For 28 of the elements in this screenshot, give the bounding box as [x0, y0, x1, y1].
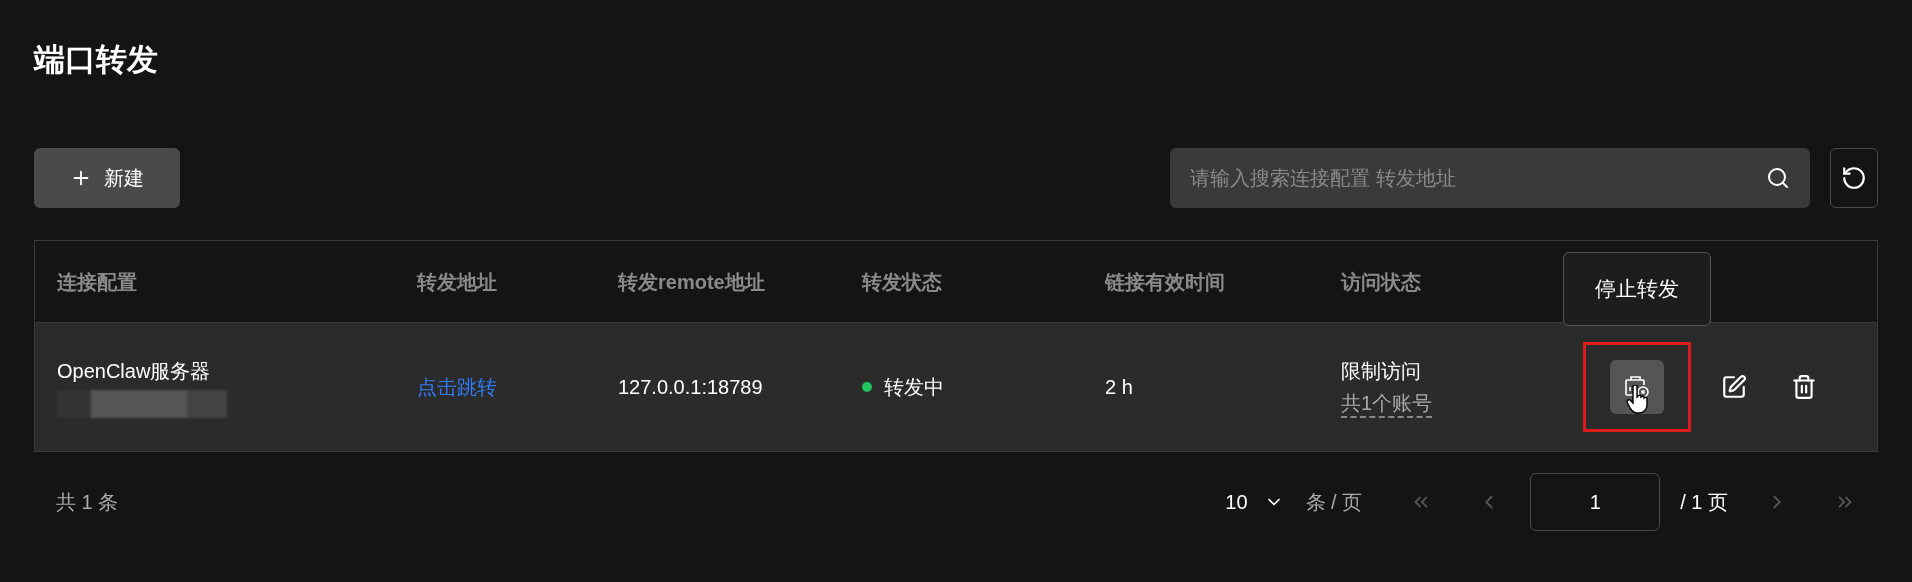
trash-icon[interactable] [1791, 374, 1817, 400]
page-title: 端口转发 [34, 41, 159, 79]
accounts-link[interactable]: 共1个账号 [1341, 390, 1433, 418]
column-header: 转发remote地址 [618, 270, 765, 293]
page-input[interactable]: 1 [1530, 473, 1661, 531]
page-total: / 1 页 [1680, 490, 1728, 515]
search-field[interactable]: 请输入搜索连接配置 转发地址 [1170, 148, 1810, 208]
table-cell: 2 h [1105, 376, 1133, 398]
table-cell: 127.0.0.1:18789 [618, 376, 763, 398]
jump-link[interactable]: 点击跳转 [417, 376, 497, 398]
page-size-unit: 条 / 页 [1305, 490, 1363, 515]
page-size-select[interactable]: 10 [1225, 487, 1284, 517]
total-count: 共 1 条 [56, 490, 119, 515]
column-header: 访问状态 [1341, 270, 1421, 293]
column-header: 转发状态 [862, 270, 942, 293]
column-header: 转发地址 [417, 270, 497, 293]
refresh-button[interactable] [1830, 148, 1878, 208]
tooltip: 停止转发 [1563, 252, 1711, 326]
table-cell-text: 限制访问 [1341, 359, 1421, 384]
refresh-icon [1841, 165, 1867, 191]
status-text: 转发中 [884, 375, 944, 400]
search-icon[interactable] [1766, 166, 1790, 190]
new-button[interactable]: 新建 [34, 148, 180, 208]
column-header: 连接配置 [57, 270, 137, 293]
table-cell-text: OpenClaw服务器 [57, 359, 212, 384]
edit-icon[interactable] [1721, 374, 1747, 400]
column-header: 链接有效时间 [1105, 270, 1225, 293]
printer-stop-icon [1624, 375, 1650, 399]
